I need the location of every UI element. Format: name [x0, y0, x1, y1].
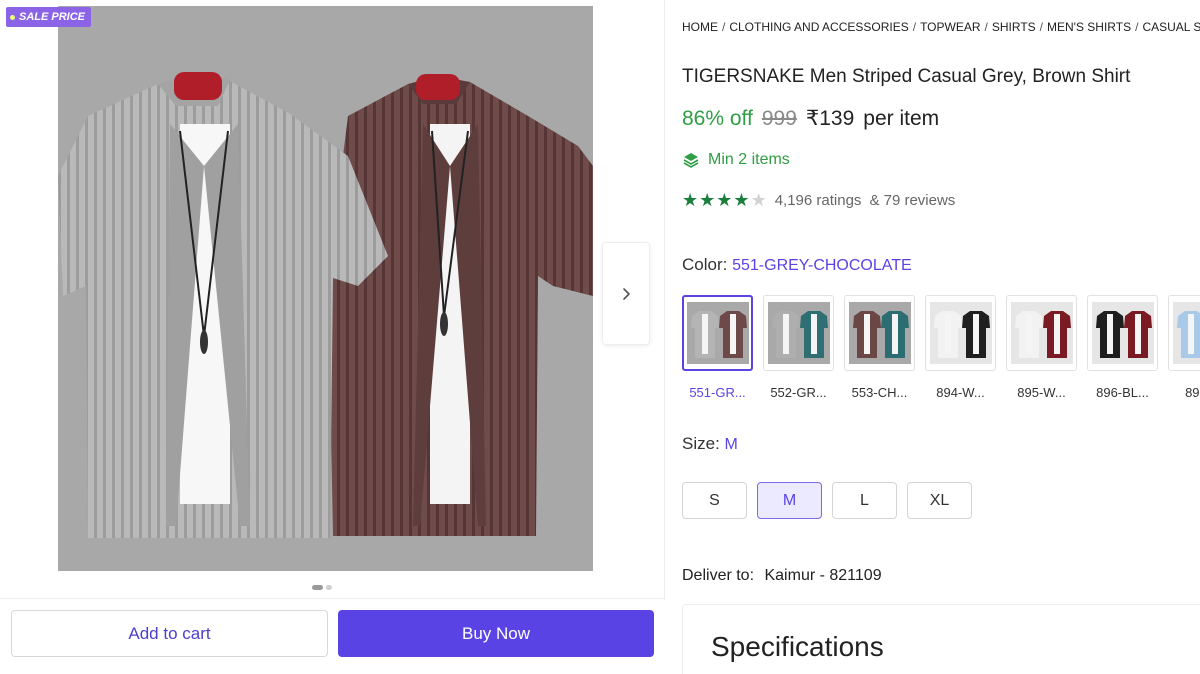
sale-price-badge: SALE PRICE	[6, 7, 92, 27]
mrp-text: 999	[761, 107, 797, 130]
deliver-to-label: Deliver to:	[682, 567, 755, 584]
color-swatch[interactable]: 895-W...	[1006, 295, 1077, 400]
color-swatch[interactable]: 553-CH...	[844, 295, 915, 400]
color-swatch-thumbnail	[1087, 295, 1158, 371]
product-gallery: SALE PRICE Add to cart Buy Now	[0, 0, 665, 674]
color-swatch-label: 551-GR...	[689, 385, 746, 400]
breadcrumb: HOME / CLOTHING AND ACCESSORIES / TOPWEAR / SH…	[682, 20, 1200, 34]
size-label: Size: M	[682, 434, 738, 454]
min-items-text: Min 2 items	[708, 151, 790, 168]
add-to-cart-button[interactable]: Add to cart	[11, 610, 328, 657]
badge-dot-icon	[10, 14, 15, 20]
shirt-thumbnail-icon	[848, 302, 911, 364]
action-bar: Add to cart Buy Now	[0, 598, 665, 674]
star-empty-icon: ★	[750, 190, 767, 210]
breadcrumb-separator: /	[722, 20, 726, 34]
color-swatches: 551-GR... 552-GR... 553-CH... 894-W... 895-W…	[682, 295, 1200, 400]
star-full-icon: ★	[733, 190, 750, 210]
size-option-s[interactable]: S	[682, 482, 747, 519]
color-swatch-thumbnail	[844, 295, 915, 371]
size-option-m[interactable]: M	[757, 482, 822, 519]
color-swatch-thumbnail	[1168, 295, 1200, 371]
breadcrumb-separator: /	[1039, 20, 1043, 34]
breadcrumb-item[interactable]: SHIRTS	[992, 20, 1036, 34]
color-swatch-label: 553-CH...	[851, 385, 908, 400]
shirt-thumbnail-icon	[1010, 302, 1073, 364]
size-options: S M L XL	[682, 482, 972, 519]
color-swatch-label: 894-W...	[936, 385, 985, 400]
star-full-icon: ★	[699, 190, 716, 210]
next-image-button[interactable]	[602, 242, 650, 345]
specifications-title: Specifications	[711, 631, 884, 662]
breadcrumb-item[interactable]: CLOTHING AND ACCESSORIES	[729, 20, 908, 34]
carousel-dot-1[interactable]	[312, 585, 323, 590]
shirt-thumbnail-icon	[686, 302, 749, 364]
color-swatch-thumbnail	[925, 295, 996, 371]
color-swatch-thumbnail	[682, 295, 753, 371]
breadcrumb-item[interactable]: HOME	[682, 20, 718, 34]
breadcrumb-separator: /	[984, 20, 988, 34]
delivery-location: Kaimur - 821109	[764, 567, 882, 584]
color-swatch[interactable]: 894-W...	[925, 295, 996, 400]
color-swatch-label: 895-W...	[1017, 385, 1066, 400]
breadcrumb-item[interactable]: CASUAL SHIRTS	[1142, 20, 1200, 34]
color-swatch-label: 897-...	[1185, 385, 1200, 400]
product-title: TIGERSNAKE Men Striped Casual Grey, Brow…	[682, 66, 1131, 87]
star-full-icon: ★	[716, 190, 733, 210]
price-row: 86% off 999 ₹139 per item	[682, 106, 939, 131]
per-unit-text: per item	[863, 107, 940, 130]
color-swatch-label: 896-BL...	[1096, 385, 1149, 400]
product-details: HOME / CLOTHING AND ACCESSORIES / TOPWEAR / SH…	[682, 0, 1200, 674]
carousel-dots	[312, 585, 332, 590]
color-swatch[interactable]: 896-BL...	[1087, 295, 1158, 400]
breadcrumb-separator: /	[912, 20, 917, 34]
delivery-info[interactable]: Deliver to: Kaimur - 821109	[682, 567, 882, 585]
size-option-l[interactable]: L	[832, 482, 897, 519]
shirt-thumbnail-icon	[1172, 302, 1200, 364]
color-swatch[interactable]: 551-GR...	[682, 295, 753, 400]
shirt-thumbnail-icon	[767, 302, 830, 364]
breadcrumb-item[interactable]: MEN'S SHIRTS	[1047, 20, 1131, 34]
min-items-notice: Min 2 items	[682, 151, 790, 169]
size-label-text: Size:	[682, 434, 720, 453]
selected-size: M	[724, 436, 738, 453]
product-image[interactable]	[58, 6, 593, 571]
price-text: ₹139	[805, 107, 855, 130]
layers-icon	[683, 153, 699, 168]
breadcrumb-item[interactable]: TOPWEAR	[920, 20, 980, 34]
shirt-thumbnail-icon	[1091, 302, 1154, 364]
color-swatch-thumbnail	[1006, 295, 1077, 371]
buy-now-button[interactable]: Buy Now	[338, 610, 654, 657]
star-full-icon: ★	[682, 190, 699, 210]
color-swatch-thumbnail	[763, 295, 834, 371]
ratings-count[interactable]: 4,196 ratings	[775, 192, 862, 209]
color-label-text: Color:	[682, 255, 728, 274]
shirt-thumbnail-icon	[929, 302, 992, 364]
specifications-card: Specifications	[682, 604, 1200, 674]
rating-row: ★ ★ ★ ★ ★ 4,196 ratings & 79 reviews	[682, 191, 955, 209]
selected-color: 551-GREY-CHOCOLATE	[732, 257, 912, 274]
chevron-right-icon	[623, 287, 630, 300]
color-swatch[interactable]: 897-...	[1168, 295, 1200, 400]
color-swatch-label: 552-GR...	[770, 385, 827, 400]
star-rating: ★ ★ ★ ★ ★	[682, 191, 767, 209]
sale-badge-label: SALE PRICE	[19, 11, 86, 23]
size-option-xl[interactable]: XL	[907, 482, 972, 519]
breadcrumb-separator: /	[1135, 20, 1139, 34]
color-swatch[interactable]: 552-GR...	[763, 295, 834, 400]
discount-text: 86% off	[682, 107, 753, 130]
color-label: Color: 551-GREY-CHOCOLATE	[682, 255, 912, 275]
reviews-count[interactable]: & 79 reviews	[869, 192, 955, 209]
shirts-illustration	[58, 6, 593, 571]
carousel-dot-2[interactable]	[326, 585, 332, 590]
